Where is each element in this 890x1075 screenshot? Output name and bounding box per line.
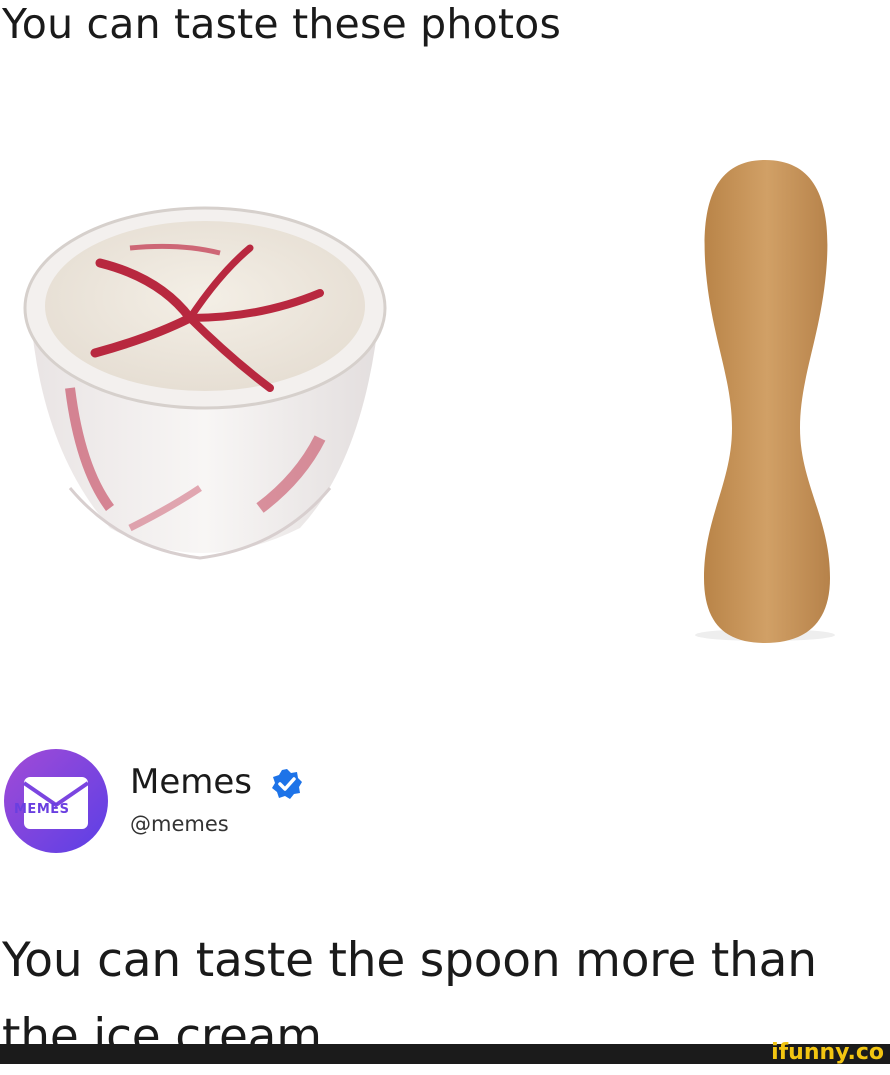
post-title: You can taste these photos: [2, 0, 562, 48]
account-header: MEMES Memes @memes: [0, 745, 890, 865]
display-name[interactable]: Memes: [130, 762, 252, 802]
wooden-spoon: [695, 160, 835, 643]
avatar-text: MEMES: [14, 802, 70, 817]
account-handle[interactable]: @memes: [130, 811, 229, 837]
ifunny-watermark: ifunny.co: [771, 1040, 884, 1065]
ice-cream-and-spoon-photo: [23, 160, 835, 643]
memes-logo[interactable]: [4, 749, 108, 853]
footer-bar: [0, 1044, 890, 1064]
verified-icon: [272, 769, 302, 799]
ice-cream-cup: [23, 206, 387, 560]
